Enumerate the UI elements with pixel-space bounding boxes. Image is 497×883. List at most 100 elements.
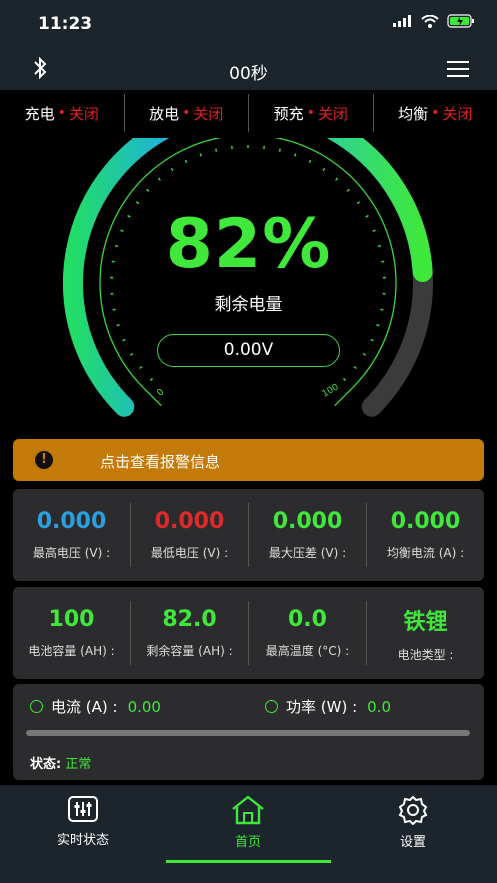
switch-state: 关闭	[68, 104, 99, 123]
stat-label: 最高电压 (V) :	[32, 546, 111, 560]
signal-icon	[393, 15, 411, 27]
stat-label: 最高温度 (°C) :	[265, 644, 350, 658]
capacity-stats-card: 100 电池容量 (AH) : 82.0 剩余容量 (AH) : 0.0 最高温…	[13, 587, 484, 679]
switch-precharge[interactable]: 预充 • 关闭	[249, 94, 374, 132]
switch-name: 均衡	[398, 104, 429, 123]
current-value: 0.00	[127, 697, 161, 716]
switch-name: 放电	[149, 104, 180, 123]
stat-label: 最大压差 (V) :	[268, 546, 347, 560]
stat-label: 电池类型 :	[397, 647, 454, 662]
tab-home[interactable]: 首页	[178, 795, 318, 850]
gauge-tick	[146, 188, 150, 192]
switch-state: 关闭	[193, 104, 224, 123]
switch-balance[interactable]: 均衡 • 关闭	[374, 94, 497, 132]
stat-value: 0.000	[272, 509, 343, 534]
home-icon	[232, 795, 264, 825]
power-readout: 功率 (W) : 0.0	[265, 696, 391, 717]
menu-icon[interactable]	[447, 60, 469, 78]
gauge-tick	[157, 177, 161, 181]
page-title: 00秒	[229, 64, 268, 84]
gauge-tick	[353, 365, 357, 370]
gauge-tick	[294, 153, 297, 157]
gauge-tick	[199, 153, 202, 157]
alarm-text: 点击查看报警信息	[100, 453, 221, 471]
switch-row: 充电 • 关闭 放电 • 关闭 预充 • 关闭 均衡 • 关闭	[0, 92, 497, 134]
gauge-tick	[149, 377, 154, 382]
stat-value: 0.000	[154, 509, 225, 534]
gauge-tick	[370, 338, 374, 342]
tab-bar: 实时状态 首页 设置	[0, 785, 497, 883]
gauge-tick	[335, 177, 339, 181]
gauge-tick	[362, 352, 367, 356]
gauge-tick	[356, 201, 361, 205]
nav-bar: 00秒	[0, 48, 497, 90]
gauge-tick	[170, 167, 174, 172]
stat-value: 82.0	[162, 607, 217, 632]
power-bar	[26, 730, 470, 736]
stat-label: 均衡电流 (A) :	[386, 546, 465, 560]
gauge-tick	[342, 377, 347, 382]
voltage-stats-card: 0.000 最高电压 (V) : 0.000 最低电压 (V) : 0.000 …	[13, 489, 484, 581]
gauge-tick	[129, 352, 134, 356]
stat-label: 最低电压 (V) :	[150, 546, 229, 560]
switch-name: 充电	[24, 104, 55, 123]
soc-label: 剩余电量	[214, 295, 283, 315]
switch-dot: •	[182, 105, 191, 121]
stat-value: 铁锂	[403, 609, 448, 635]
tab-label: 首页	[234, 835, 261, 850]
gauge-tick	[116, 324, 120, 327]
stat-value: 0.000	[36, 509, 107, 534]
wifi-icon	[421, 14, 439, 28]
power-value: 0.0	[367, 697, 391, 716]
status-line: 状态: 正常	[30, 753, 91, 772]
active-tab-indicator	[166, 860, 331, 863]
stat-value: 0.000	[390, 509, 461, 534]
gauge-tick	[376, 324, 380, 327]
power-card: 电流 (A) : 0.00 功率 (W) : 0.0 状态: 正常	[13, 684, 484, 780]
gauge-tick	[122, 338, 126, 342]
status-value: 正常	[65, 757, 92, 772]
soc-percent: 82%	[165, 205, 332, 284]
switch-dot: •	[306, 105, 315, 121]
switch-name: 预充	[273, 104, 304, 123]
tab-realtime[interactable]: 实时状态	[13, 795, 153, 848]
switch-charge[interactable]: 充电 • 关闭	[0, 94, 125, 132]
stat-max-temperature: 0.0 最高温度 (°C) :	[249, 601, 367, 665]
gauge-tick	[322, 167, 326, 172]
stat-label: 电池容量 (AH) :	[28, 644, 115, 658]
battery-icon	[447, 14, 474, 28]
gauge-tick	[278, 148, 281, 152]
stat-max-diff: 0.000 最大压差 (V) :	[249, 503, 367, 567]
switch-dot: •	[57, 105, 66, 121]
status-label: 状态:	[30, 757, 62, 772]
alarm-banner[interactable]: ! 点击查看报警信息	[13, 439, 484, 481]
status-icons	[393, 14, 475, 28]
stat-battery-capacity: 100 电池容量 (AH) :	[13, 601, 131, 665]
stat-max-voltage: 0.000 最高电压 (V) :	[13, 503, 131, 567]
current-icon	[30, 700, 43, 713]
stat-balance-current: 0.000 均衡电流 (A) :	[367, 503, 484, 567]
tab-settings[interactable]: 设置	[343, 795, 483, 850]
status-time: 11:23	[38, 14, 93, 34]
current-readout: 电流 (A) : 0.00	[30, 696, 161, 717]
stat-battery-type: 铁锂 电池类型 :	[367, 601, 484, 665]
status-bar: 11:23	[0, 0, 497, 48]
gauge-tick	[308, 159, 312, 164]
tab-label: 设置	[399, 835, 426, 850]
stat-value: 0.0	[288, 607, 327, 632]
voltage-display: 0.00V	[157, 334, 340, 367]
switch-state: 关闭	[442, 104, 473, 123]
tab-label: 实时状态	[56, 833, 109, 848]
stat-value: 100	[48, 607, 95, 632]
gauge-tick	[184, 159, 188, 164]
switch-discharge[interactable]: 放电 • 关闭	[125, 94, 249, 132]
gauge-tick	[346, 188, 350, 192]
gauge-tick	[215, 148, 218, 152]
gauge-tick	[135, 201, 140, 205]
warning-icon: !	[35, 451, 53, 469]
gauge-tick	[139, 365, 143, 370]
stat-remaining-capacity: 82.0 剩余容量 (AH) :	[131, 601, 249, 665]
stat-label: 剩余容量 (AH) :	[146, 644, 233, 658]
power-icon	[265, 700, 278, 713]
power-label: 功率 (W) :	[286, 698, 358, 716]
